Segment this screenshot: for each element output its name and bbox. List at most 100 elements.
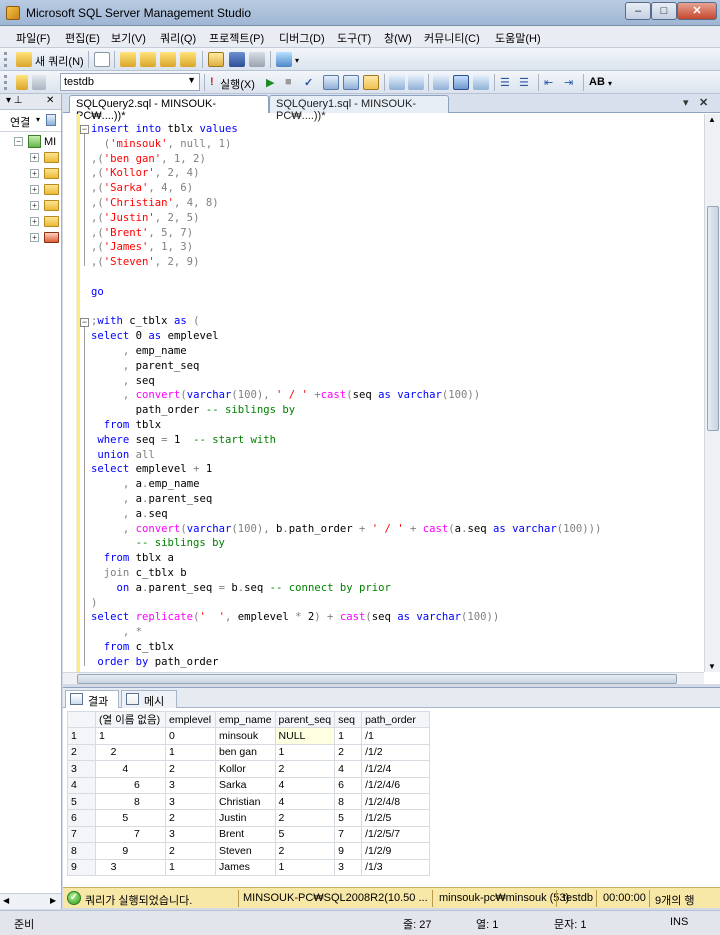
grid-cell[interactable]: Sarka	[215, 776, 276, 794]
grid-cell[interactable]: 2	[95, 743, 166, 762]
expand-icon[interactable]: +	[30, 153, 39, 162]
grid-cell[interactable]: 3	[165, 776, 216, 794]
grid-cell[interactable]: Kollor	[215, 760, 276, 778]
code-line[interactable]: , a.parent_seq	[91, 492, 212, 507]
row-header[interactable]: 5	[67, 792, 96, 811]
code-line[interactable]: order by path_order	[91, 655, 218, 670]
grid-cell[interactable]: 3	[165, 825, 216, 844]
grid-cell[interactable]: 1	[165, 858, 216, 876]
code-line[interactable]: on a.parent_seq = b.seq -- connect by pr…	[91, 581, 391, 596]
table-row[interactable]: 2 2 1 ben gan 1 2/1/2	[67, 743, 431, 762]
grid-cell[interactable]: 6	[334, 776, 363, 794]
tree-server-node[interactable]: − MI	[14, 134, 60, 150]
close-icon[interactable]: ✕	[46, 95, 54, 106]
include-plan-icon[interactable]	[389, 75, 405, 90]
database-engine-query-icon[interactable]	[120, 52, 136, 67]
menu-window[interactable]: 창(W)	[384, 30, 412, 46]
code-line[interactable]: , seq	[91, 374, 155, 389]
menu-debug[interactable]: 디버그(D)	[279, 30, 325, 46]
tree-folder-node[interactable]: +	[30, 198, 60, 214]
grid-cell[interactable]: 3	[95, 858, 166, 876]
menu-project[interactable]: 프로젝트(P)	[209, 30, 264, 46]
tab-messages[interactable]: 메시지	[121, 690, 177, 724]
grid-cell[interactable]: /1/2/4/8	[361, 792, 431, 811]
grid-cell[interactable]: /1/2/5/7	[361, 825, 431, 844]
code-line[interactable]: , *	[91, 625, 142, 640]
horizontal-scrollbar[interactable]: ◀ ▶	[0, 893, 61, 909]
grid-cell[interactable]: 2	[165, 760, 216, 778]
scroll-down-icon[interactable]: ▼	[708, 662, 716, 671]
scroll-right-icon[interactable]: ▶	[50, 896, 56, 905]
scroll-thumb[interactable]	[707, 206, 719, 431]
grid-cell[interactable]: 5	[95, 809, 166, 827]
grid-cell[interactable]: 0	[165, 727, 216, 745]
toolbar-overflow-icon[interactable]: ▾	[608, 79, 612, 88]
tree-folder-node[interactable]: +	[30, 166, 60, 182]
grid-cell[interactable]: 7	[334, 825, 363, 844]
menu-file[interactable]: 파일(F)	[16, 30, 50, 46]
code-line[interactable]: , a.seq	[91, 507, 168, 522]
code-line[interactable]: insert into tblx values	[91, 122, 238, 137]
code-line[interactable]: , a.emp_name	[91, 477, 200, 492]
grid-cell[interactable]: 1	[95, 727, 166, 745]
code-line[interactable]: union all	[91, 448, 154, 463]
xmla-query-icon[interactable]	[180, 52, 196, 67]
row-header[interactable]: 4	[67, 776, 96, 794]
grid-cell[interactable]: 1	[274, 743, 336, 762]
code-line[interactable]: join c_tblx b	[91, 566, 187, 581]
debug-run-icon[interactable]: ▶	[266, 76, 274, 89]
horizontal-scrollbar[interactable]	[63, 672, 704, 684]
table-row[interactable]: 1 1 0 minsouk NULL 1/1	[67, 727, 431, 745]
column-header[interactable]: emplevel	[165, 710, 216, 729]
code-line[interactable]: ,('Justin', 2, 5)	[91, 211, 199, 226]
code-line[interactable]: ,('Steven', 2, 9)	[91, 255, 199, 270]
scroll-thumb[interactable]	[77, 674, 677, 684]
pin-icon[interactable]: ▾ ⊥	[6, 95, 23, 106]
results-to-text-icon[interactable]	[433, 75, 449, 90]
row-header[interactable]: 1	[67, 727, 96, 745]
row-header[interactable]: 3	[67, 760, 96, 778]
grid-cell[interactable]: 8	[334, 792, 363, 811]
increase-indent-icon[interactable]: ⇥	[564, 76, 573, 89]
new-query-button[interactable]: 새 쿼리(N)	[35, 53, 84, 69]
grid-cell[interactable]: James	[215, 858, 276, 876]
open-file-icon[interactable]	[208, 52, 224, 67]
row-header[interactable]: 7	[67, 825, 96, 844]
menu-community[interactable]: 커뮤니티(C)	[424, 30, 480, 46]
toolbar-overflow-icon[interactable]: ▾	[295, 56, 299, 65]
table-row[interactable]: 3 4 2 Kollor 2 4/1/2/4	[67, 760, 431, 778]
grid-cell[interactable]: /1/3	[361, 858, 431, 876]
grid-cell[interactable]: NULL	[274, 727, 336, 745]
code-line[interactable]: ('minsouk', null, 1)	[91, 137, 232, 152]
uncomment-lines-icon[interactable]: ☰	[519, 76, 529, 89]
expand-icon[interactable]: +	[30, 201, 39, 210]
grid-cell[interactable]: 2	[165, 842, 216, 860]
menu-help[interactable]: 도움말(H)	[495, 30, 541, 46]
grid-cell[interactable]: 1	[274, 858, 336, 876]
code-area[interactable]: − − insert into tblx values ('minsouk', …	[63, 114, 703, 672]
toolbar-grip[interactable]	[4, 75, 7, 90]
grid-cell[interactable]: Brent	[215, 825, 276, 844]
activity-monitor-icon[interactable]	[276, 52, 292, 67]
collapse-icon[interactable]: −	[14, 137, 23, 146]
code-line[interactable]: go	[91, 285, 104, 300]
row-header[interactable]: 8	[67, 842, 96, 860]
row-header[interactable]: 6	[67, 809, 96, 827]
tree-folder-node[interactable]: +	[30, 214, 60, 230]
code-line[interactable]: , convert(varchar(100), b.path_order + '…	[91, 522, 602, 537]
grid-cell[interactable]: /1/2/4	[361, 760, 431, 778]
tree-folder-node[interactable]: +	[30, 182, 60, 198]
save-icon[interactable]	[229, 52, 245, 67]
grid-cell[interactable]: /1/2	[361, 743, 431, 762]
code-line[interactable]: ,('Christian', 4, 8)	[91, 196, 219, 211]
collapse-region-icon[interactable]: −	[80, 125, 89, 134]
toolbar-grip[interactable]	[4, 52, 7, 67]
execute-icon[interactable]: !	[210, 76, 214, 88]
tree-folder-node[interactable]: +	[30, 230, 60, 246]
grid-cell[interactable]: 9	[334, 842, 363, 860]
grid-cell[interactable]: 1	[165, 743, 216, 762]
code-line[interactable]: -- siblings by	[91, 536, 225, 551]
scroll-left-icon[interactable]: ◀	[3, 896, 9, 905]
client-statistics-icon[interactable]	[408, 75, 424, 90]
vertical-scrollbar[interactable]: ▲ ▼	[704, 114, 720, 672]
